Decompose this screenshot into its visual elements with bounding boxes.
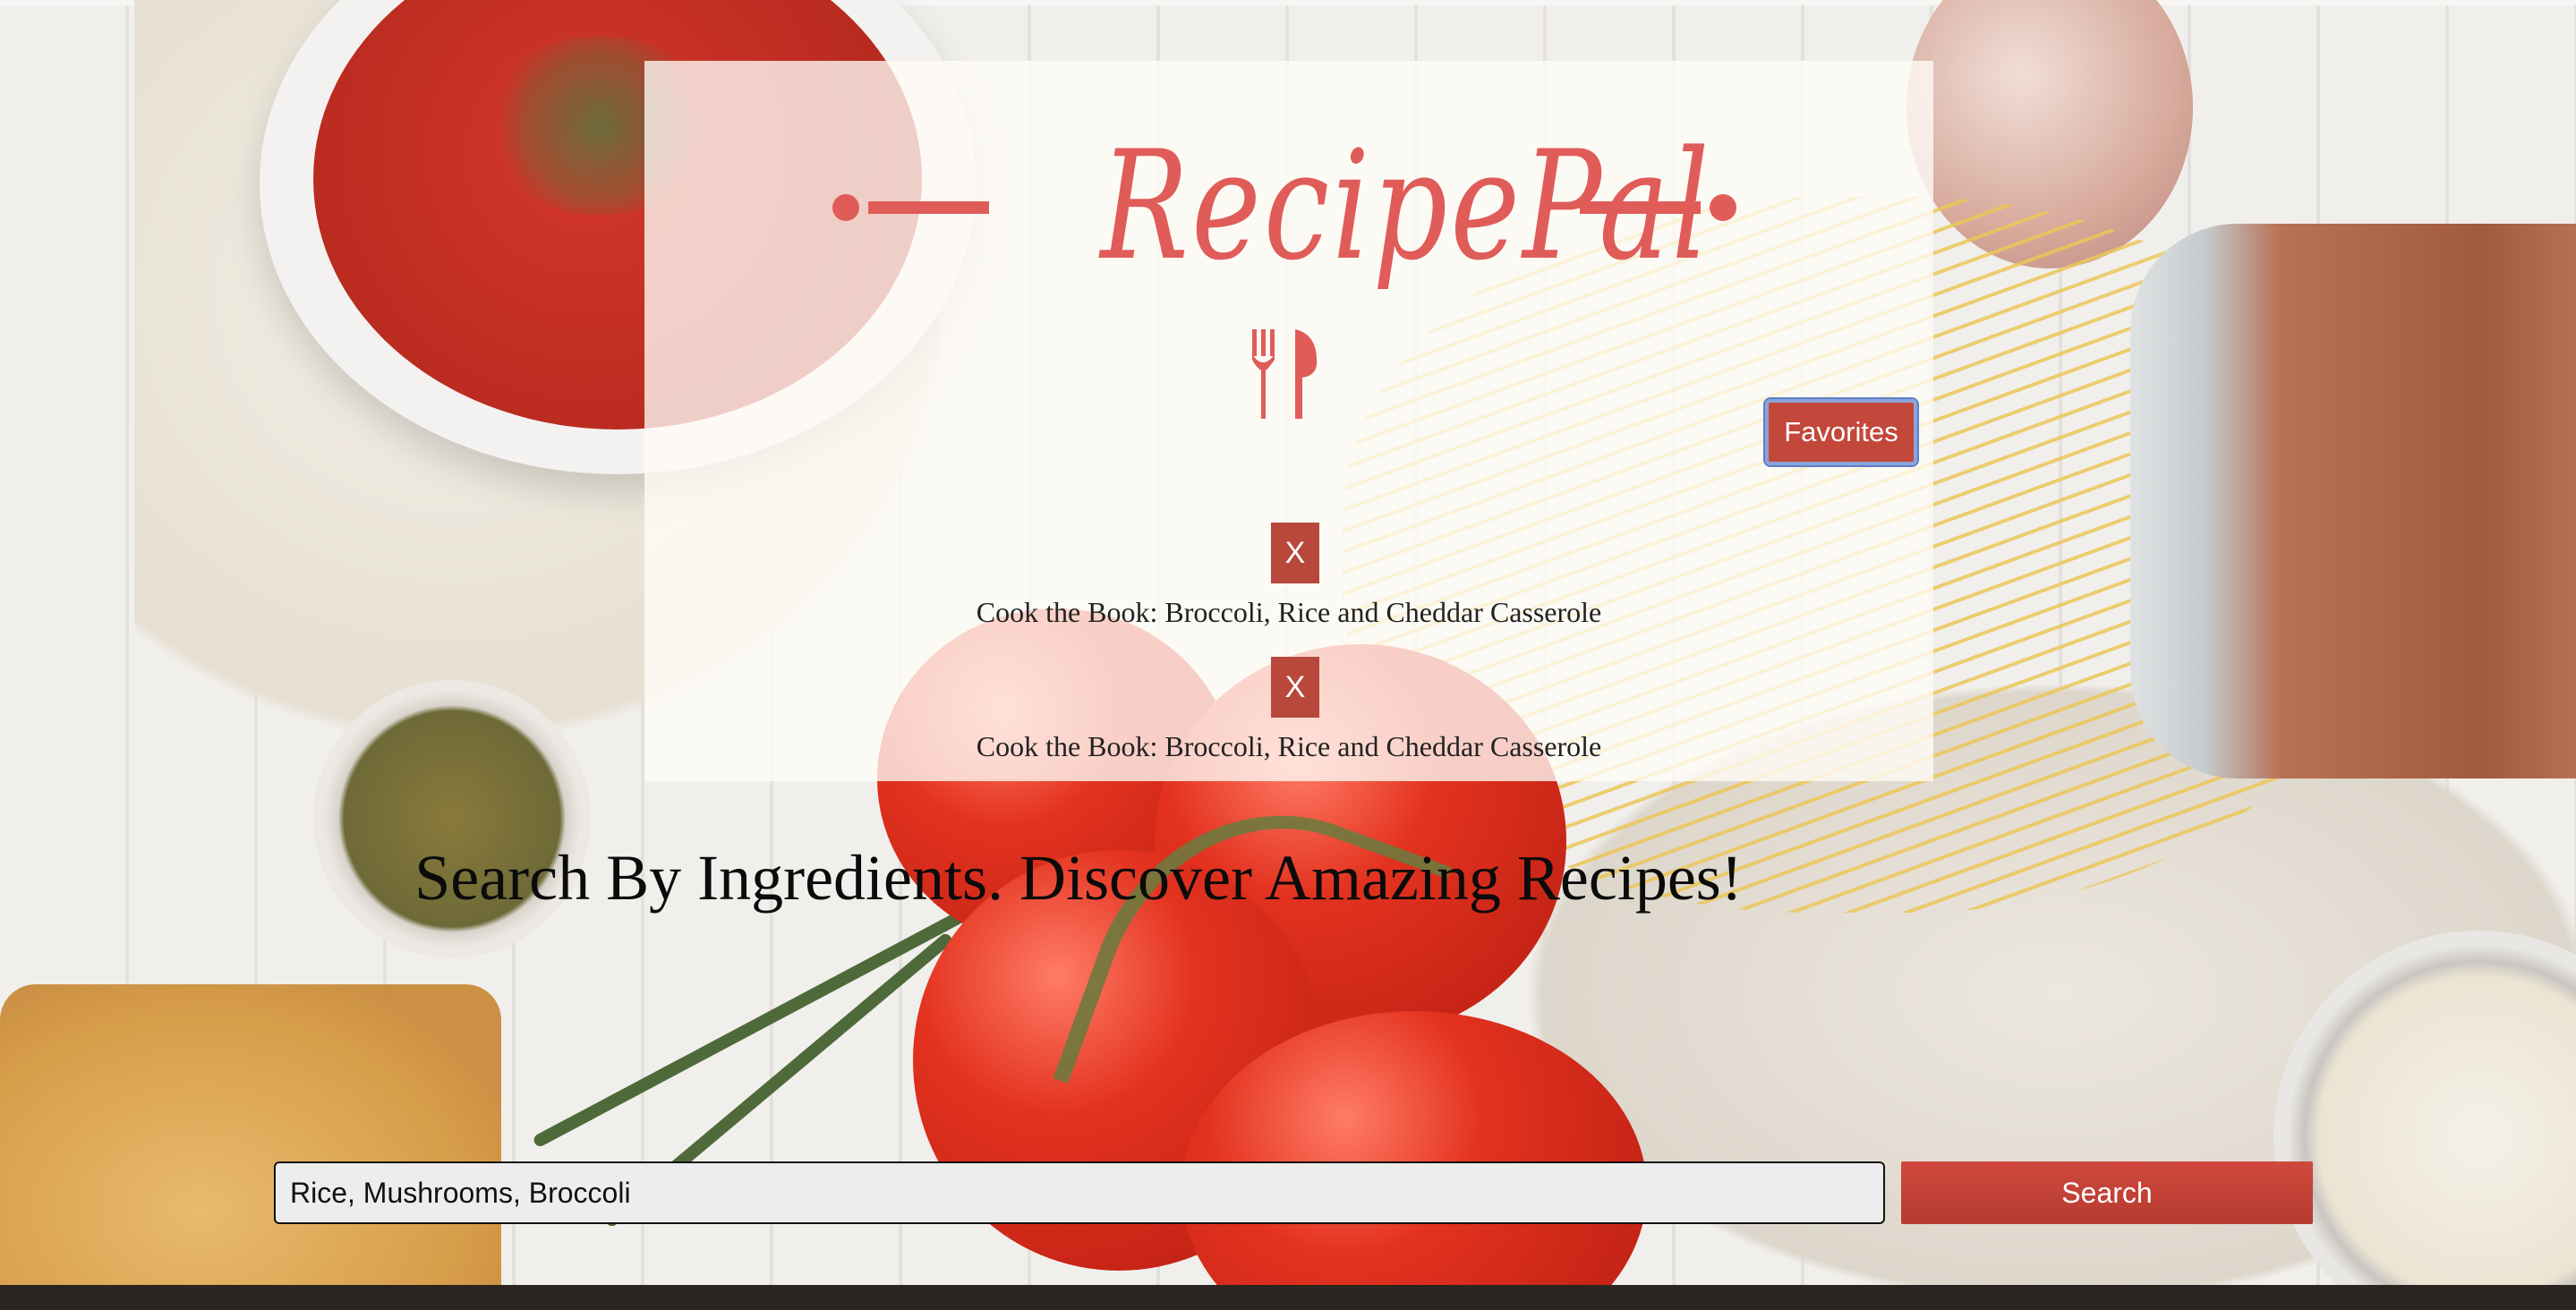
bottom-dock-strip xyxy=(0,1285,2576,1310)
favorite-item: X Cook the Book: Broccoli, Rice and Ched… xyxy=(644,657,1933,773)
logo-dot-right xyxy=(1710,194,1736,221)
glass-jar-image xyxy=(2130,224,2576,778)
fork-knife-icon xyxy=(1249,329,1322,419)
farfalle-jar-image xyxy=(0,984,501,1310)
logo-dash-left xyxy=(868,201,989,214)
logo-text: RecipePal xyxy=(1100,118,1712,293)
favorite-title[interactable]: Cook the Book: Broccoli, Rice and Chedda… xyxy=(644,596,1933,629)
favorite-item: X Cook the Book: Broccoli, Rice and Ched… xyxy=(644,523,1933,639)
remove-favorite-button[interactable]: X xyxy=(1271,657,1319,718)
spice-bowl-image xyxy=(313,680,591,957)
logo-dash-right xyxy=(1580,201,1701,214)
remove-favorite-button[interactable]: X xyxy=(1271,523,1319,583)
search-button[interactable]: Search xyxy=(1901,1161,2313,1224)
favorites-button[interactable]: Favorites xyxy=(1763,397,1919,467)
logo: RecipePal xyxy=(832,112,1745,309)
tagline-heading: Search By Ingredients. Discover Amazing … xyxy=(414,842,1743,914)
favorite-title[interactable]: Cook the Book: Broccoli, Rice and Chedda… xyxy=(644,730,1933,763)
logo-dot-left xyxy=(832,194,859,221)
ingredients-search-input[interactable] xyxy=(274,1161,1885,1224)
